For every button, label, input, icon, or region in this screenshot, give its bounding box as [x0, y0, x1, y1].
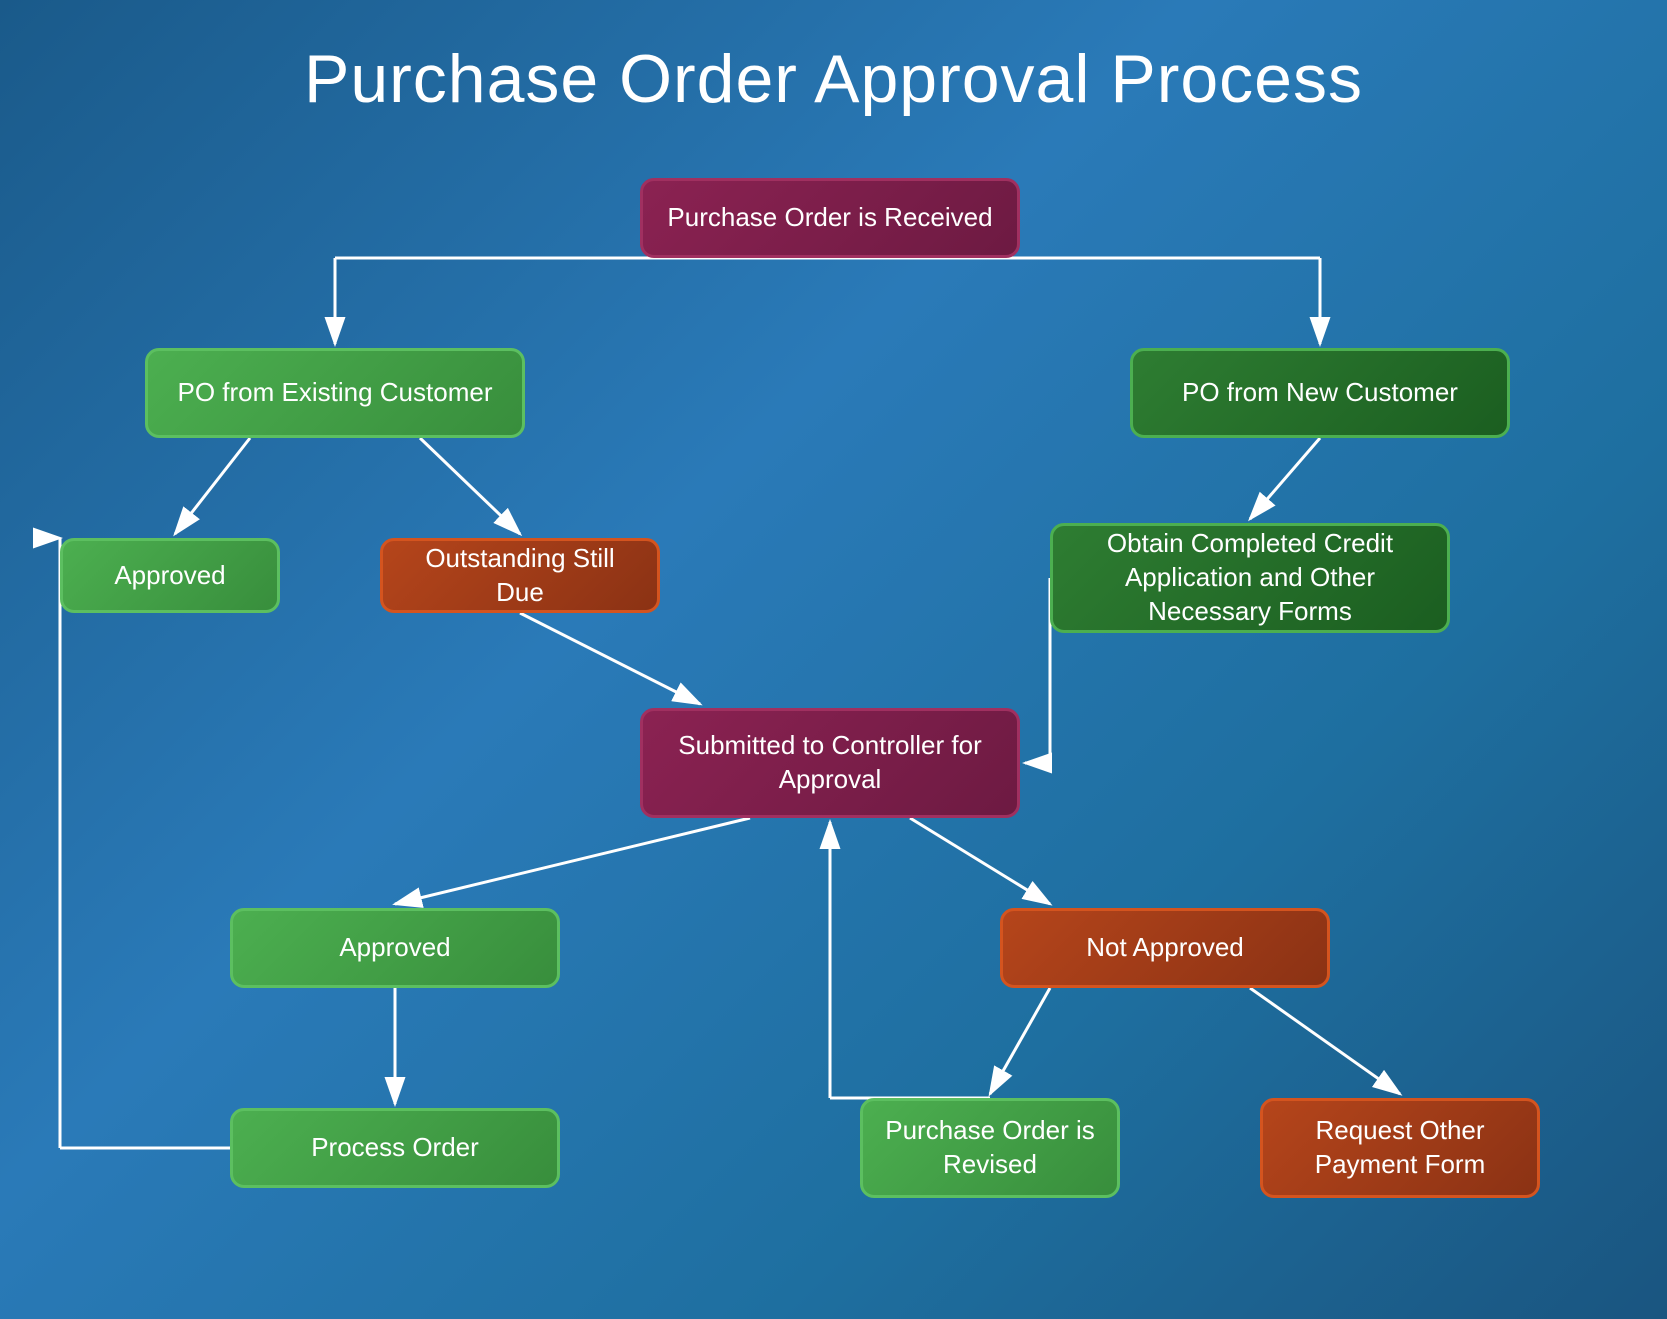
- submitted-node: Submitted to Controller for Approval: [640, 708, 1020, 818]
- po-new-node: PO from New Customer: [1130, 348, 1510, 438]
- process-order-node: Process Order: [230, 1108, 560, 1188]
- approved-2-node: Approved: [230, 908, 560, 988]
- po-revised-node: Purchase Order is Revised: [860, 1098, 1120, 1198]
- po-existing-node: PO from Existing Customer: [145, 348, 525, 438]
- page-title: Purchase Order Approval Process: [0, 0, 1667, 148]
- po-received-node: Purchase Order is Received: [640, 178, 1020, 258]
- not-approved-node: Not Approved: [1000, 908, 1330, 988]
- request-payment-node: Request Other Payment Form: [1260, 1098, 1540, 1198]
- obtain-forms-node: Obtain Completed Credit Application and …: [1050, 523, 1450, 633]
- approved-1-node: Approved: [60, 538, 280, 613]
- outstanding-node: Outstanding Still Due: [380, 538, 660, 613]
